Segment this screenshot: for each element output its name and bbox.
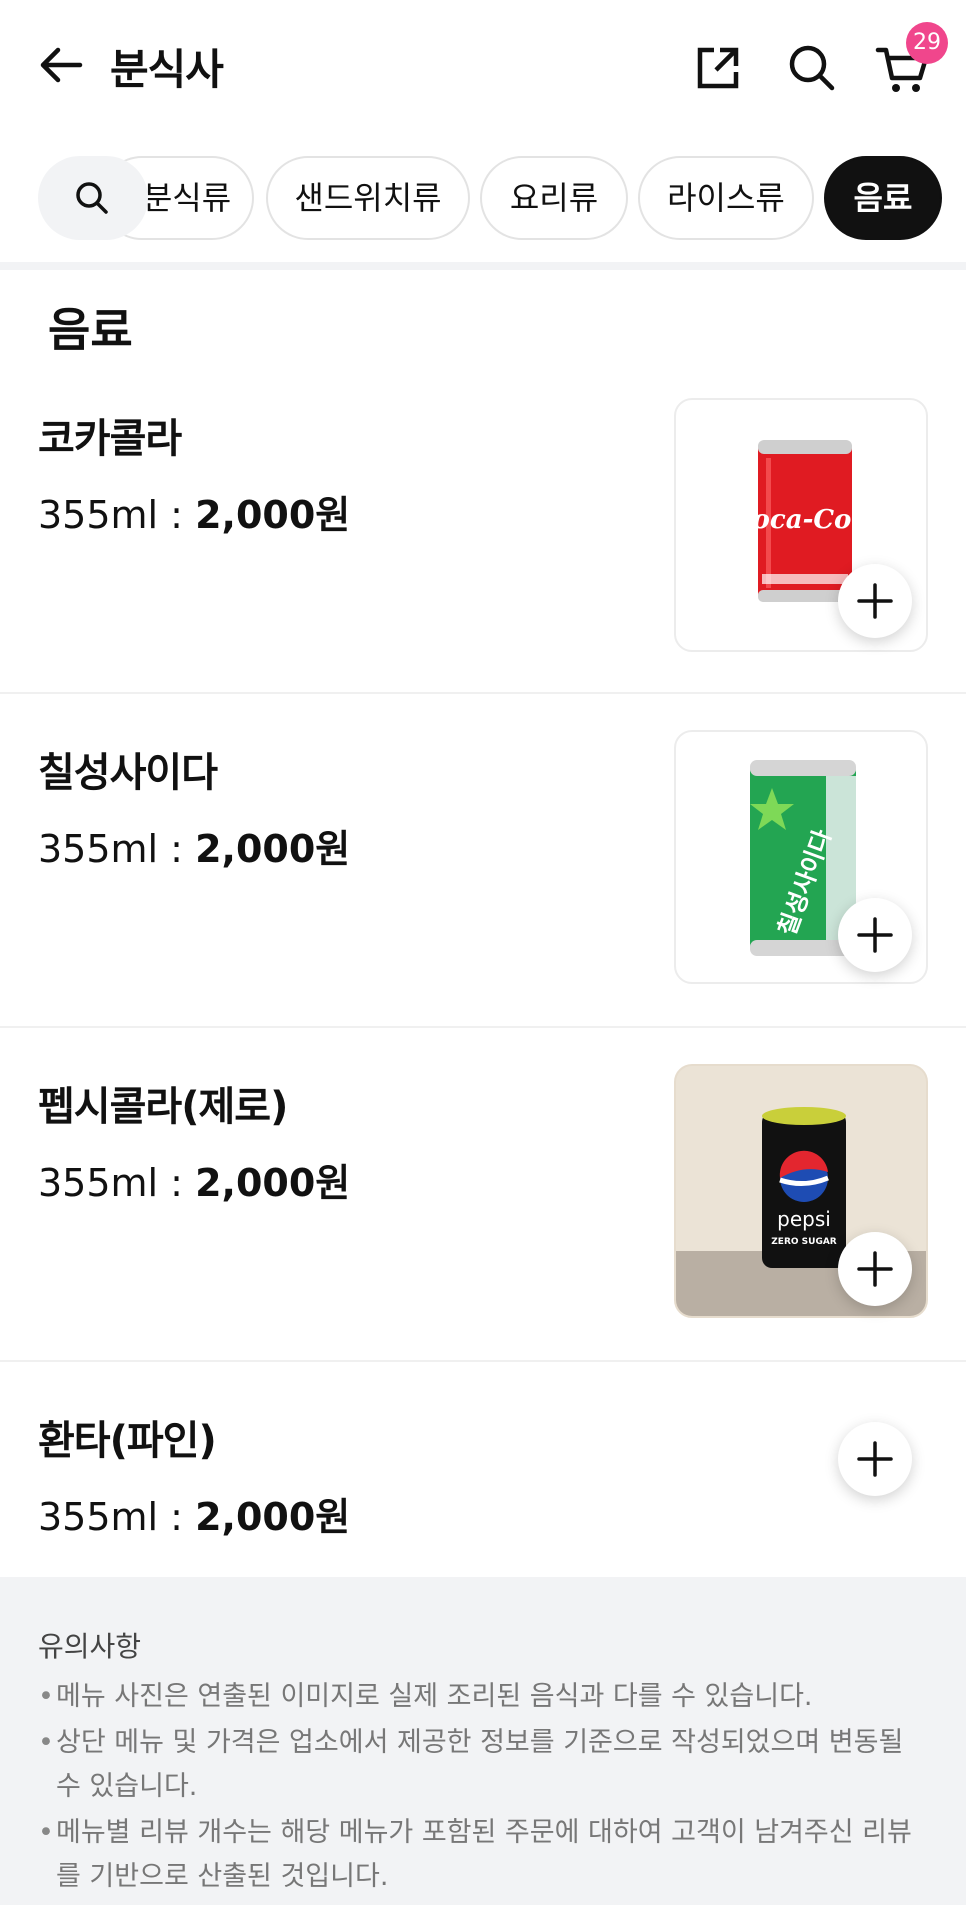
item-divider bbox=[0, 692, 966, 694]
cart-count-badge: 29 bbox=[906, 22, 948, 64]
notice-section: 유의사항 메뉴 사진은 연출된 이미지로 실제 조리된 음식과 다를 수 있습니… bbox=[0, 1577, 966, 1905]
category-tabs: 분식류 샌드위치류 요리류 라이스류 음료 bbox=[0, 152, 966, 242]
svg-text:Coca-Cola: Coca-Cola bbox=[732, 505, 878, 535]
top-bar: 분식사 29 bbox=[0, 0, 966, 130]
tab-sandwich[interactable]: 샌드위치류 bbox=[266, 156, 470, 240]
plus-icon bbox=[857, 917, 893, 953]
plus-icon bbox=[857, 1251, 893, 1287]
add-to-cart-button[interactable] bbox=[838, 564, 912, 638]
menu-item[interactable]: 코카콜라 355ml : 2,000원 Coca-Cola bbox=[0, 370, 966, 692]
section-title: 음료 bbox=[48, 303, 133, 357]
svg-text:pepsi: pepsi bbox=[777, 1207, 831, 1231]
svg-text:ZERO SUGAR: ZERO SUGAR bbox=[771, 1237, 837, 1247]
menu-item-name: 코카콜라 bbox=[38, 416, 182, 462]
add-to-cart-button[interactable] bbox=[838, 898, 912, 972]
menu-item-price: 355ml : 2,000원 bbox=[38, 827, 351, 871]
menu-item-name: 칠성사이다 bbox=[38, 750, 218, 796]
menu-item-price: 355ml : 2,000원 bbox=[38, 493, 351, 537]
search-icon[interactable] bbox=[784, 40, 840, 96]
menu-item-price: 355ml : 2,000원 bbox=[38, 1495, 351, 1539]
item-divider bbox=[0, 1360, 966, 1362]
menu-item[interactable]: 환타(파인) 355ml : 2,000원 bbox=[0, 1372, 966, 1577]
share-icon[interactable] bbox=[690, 40, 746, 96]
back-arrow-icon[interactable] bbox=[36, 40, 86, 90]
plus-icon bbox=[857, 583, 893, 619]
tab-rice[interactable]: 라이스류 bbox=[638, 156, 814, 240]
category-search-button[interactable] bbox=[38, 156, 148, 240]
add-to-cart-button[interactable] bbox=[838, 1232, 912, 1306]
item-divider bbox=[0, 1026, 966, 1028]
menu-item-price: 355ml : 2,000원 bbox=[38, 1161, 351, 1205]
add-to-cart-button[interactable] bbox=[838, 1422, 912, 1496]
search-icon bbox=[76, 182, 108, 214]
menu-item-name: 펩시콜라(제로) bbox=[38, 1084, 288, 1130]
menu-item[interactable]: 칠성사이다 355ml : 2,000원 칠성사이다 bbox=[0, 704, 966, 1026]
menu-item-name: 환타(파인) bbox=[38, 1418, 217, 1464]
plus-icon bbox=[857, 1441, 893, 1477]
notice-item: 메뉴별 리뷰 개수는 해당 메뉴가 포함된 주문에 대하여 고객이 남겨주신 리… bbox=[38, 1811, 928, 1899]
notice-title: 유의사항 bbox=[38, 1630, 142, 1663]
tab-drinks[interactable]: 음료 bbox=[824, 156, 942, 240]
section-divider bbox=[0, 262, 966, 270]
tab-dishes[interactable]: 요리류 bbox=[480, 156, 628, 240]
page-title: 분식사 bbox=[110, 45, 224, 94]
notice-item: 메뉴 사진은 연출된 이미지로 실제 조리된 음식과 다를 수 있습니다. bbox=[38, 1675, 928, 1719]
notice-item: 상단 메뉴 및 가격은 업소에서 제공한 정보를 기준으로 작성되었으며 변동될… bbox=[38, 1721, 928, 1809]
menu-item[interactable]: 펩시콜라(제로) 355ml : 2,000원 pepsi ZERO SUGAR bbox=[0, 1038, 966, 1360]
notice-list: 메뉴 사진은 연출된 이미지로 실제 조리된 음식과 다를 수 있습니다. 상단… bbox=[38, 1675, 928, 1901]
